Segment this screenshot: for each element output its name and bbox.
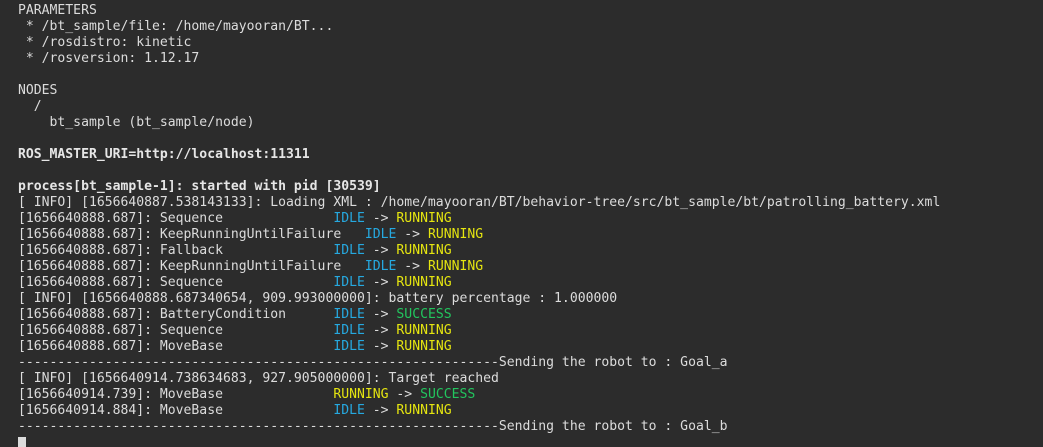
state-arrow: -> xyxy=(364,323,397,338)
transition-prefix: [1656640888.687]: Sequence xyxy=(18,275,334,290)
state-from: IDLE xyxy=(333,323,365,338)
transition-prefix: [1656640888.687]: Sequence xyxy=(18,211,334,226)
state-from: IDLE xyxy=(333,339,365,354)
ros-master-uri: ROS_MASTER_URI=http://localhost:11311 xyxy=(18,147,310,162)
transition-prefix: [1656640914.884]: MoveBase xyxy=(18,403,334,418)
state-arrow: -> xyxy=(364,211,397,226)
state-to: RUNNING xyxy=(427,227,484,242)
parameters-header: PARAMETERS xyxy=(18,3,97,18)
separator-goal-a: ----------------------------------------… xyxy=(18,355,728,370)
separator-goal-b: ----------------------------------------… xyxy=(18,419,728,434)
state-to: RUNNING xyxy=(396,243,452,258)
transition-line: [1656640914.739]: MoveBase RUNNING -> SU… xyxy=(18,387,1043,403)
nodes-root: / xyxy=(18,99,42,114)
transition-line: [1656640914.884]: MoveBase IDLE -> RUNNI… xyxy=(18,403,1043,419)
state-to: RUNNING xyxy=(427,259,484,274)
transition-line: [1656640888.687]: BatteryCondition IDLE … xyxy=(18,307,1043,323)
transition-line: [1656640888.687]: Sequence IDLE -> RUNNI… xyxy=(18,211,1043,227)
info-battery: [ INFO] [1656640888.687340654, 909.99300… xyxy=(18,291,618,306)
transition-prefix: [1656640888.687]: KeepRunningUntilFailur… xyxy=(18,227,365,242)
process-started: process[bt_sample-1]: started with pid [… xyxy=(18,179,381,194)
transition-line: [1656640888.687]: KeepRunningUntilFailur… xyxy=(18,227,1043,243)
state-arrow: -> xyxy=(396,227,428,242)
param-file: * /bt_sample/file: /home/mayooran/BT... xyxy=(18,19,334,34)
state-from: IDLE xyxy=(364,227,397,242)
state-from: IDLE xyxy=(333,307,365,322)
state-from: IDLE xyxy=(333,275,365,290)
state-to: RUNNING xyxy=(396,211,452,226)
nodes-item: bt_sample (bt_sample/node) xyxy=(18,115,255,130)
terminal-window[interactable]: PARAMETERS * /bt_sample/file: /home/mayo… xyxy=(0,0,1043,447)
state-from: IDLE xyxy=(364,259,397,274)
nodes-header: NODES xyxy=(18,83,58,98)
transition-prefix: [1656640888.687]: MoveBase xyxy=(18,339,334,354)
transition-line: [1656640888.687]: Sequence IDLE -> RUNNI… xyxy=(18,275,1043,291)
transition-line: [1656640888.687]: KeepRunningUntilFailur… xyxy=(18,259,1043,275)
transition-prefix: [1656640888.687]: KeepRunningUntilFailur… xyxy=(18,259,365,274)
state-from: IDLE xyxy=(333,403,365,418)
state-to: RUNNING xyxy=(396,403,452,418)
transition-line: [1656640888.687]: MoveBase IDLE -> RUNNI… xyxy=(18,339,1043,355)
state-arrow: -> xyxy=(396,259,428,274)
param-rosdistro: * /rosdistro: kinetic xyxy=(18,35,192,50)
transition-line: [1656640888.687]: Sequence IDLE -> RUNNI… xyxy=(18,323,1043,339)
state-to: RUNNING xyxy=(396,339,452,354)
state-from: IDLE xyxy=(333,211,365,226)
state-arrow: -> xyxy=(364,243,397,258)
state-to: SUCCESS xyxy=(396,307,452,322)
state-arrow: -> xyxy=(364,339,397,354)
state-arrow: -> xyxy=(388,387,421,402)
transition-prefix: [1656640888.687]: Fallback xyxy=(18,243,334,258)
state-to: RUNNING xyxy=(396,323,452,338)
state-arrow: -> xyxy=(364,403,397,418)
state-from: IDLE xyxy=(333,243,365,258)
transition-prefix: [1656640888.687]: BatteryCondition xyxy=(18,307,334,322)
cursor-block xyxy=(18,437,26,447)
info-loading-xml: [ INFO] [1656640887.538143133]: Loading … xyxy=(18,195,941,210)
state-to: RUNNING xyxy=(396,275,452,290)
transition-line: [1656640888.687]: Fallback IDLE -> RUNNI… xyxy=(18,243,1043,259)
transition-prefix: [1656640888.687]: Sequence xyxy=(18,323,334,338)
info-target-reached: [ INFO] [1656640914.738634683, 927.90500… xyxy=(18,371,499,386)
prompt-line[interactable] xyxy=(18,435,1043,447)
state-from: RUNNING xyxy=(333,387,389,402)
transition-prefix: [1656640914.739]: MoveBase xyxy=(18,387,334,402)
state-to: SUCCESS xyxy=(420,387,476,402)
state-arrow: -> xyxy=(364,275,397,290)
param-rosversion: * /rosversion: 1.12.17 xyxy=(18,51,200,66)
state-arrow: -> xyxy=(364,307,397,322)
